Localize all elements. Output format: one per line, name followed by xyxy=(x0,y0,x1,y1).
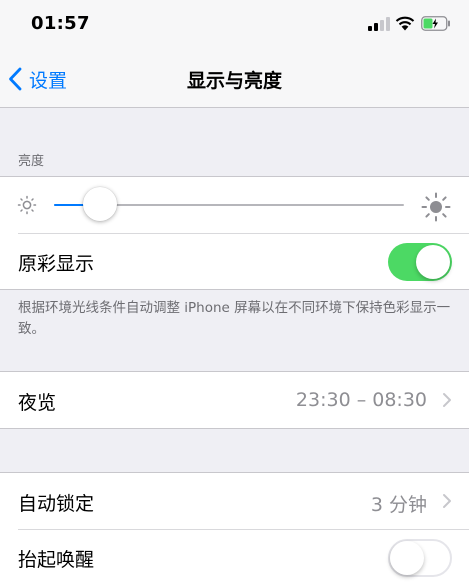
auto-lock-row[interactable]: 自动锁定 3 分钟 xyxy=(0,473,469,529)
chevron-right-icon xyxy=(443,494,451,508)
true-tone-row: 原彩显示 xyxy=(0,233,469,289)
raise-to-wake-toggle[interactable] xyxy=(388,539,452,577)
row-separator xyxy=(18,233,469,234)
night-shift-value: 23:30 – 08:30 xyxy=(295,389,427,411)
back-button-label: 设置 xyxy=(29,69,68,92)
brightness-slider-row xyxy=(0,177,469,233)
true-tone-toggle[interactable] xyxy=(388,243,452,281)
chevron-right-icon xyxy=(443,393,451,407)
true-tone-label: 原彩显示 xyxy=(18,253,95,275)
auto-lock-label: 自动锁定 xyxy=(18,493,95,515)
brightness-slider[interactable] xyxy=(54,187,404,221)
lock-group: 自动锁定 3 分钟 抬起唤醒 xyxy=(0,472,469,582)
true-tone-footer: 根据环境光线条件自动调整 iPhone 屏幕以在不同环境下保持色彩显示一致。 xyxy=(18,300,451,337)
brightness-high-icon xyxy=(421,192,451,222)
wifi-icon xyxy=(395,16,415,31)
cellular-signal-icon xyxy=(368,17,390,31)
toggle-knob xyxy=(390,541,424,575)
toggle-knob xyxy=(416,245,450,279)
back-button[interactable]: 设置 xyxy=(8,65,67,93)
row-separator xyxy=(18,529,469,530)
page-title: 显示与亮度 xyxy=(186,70,282,92)
chevron-left-icon xyxy=(9,67,22,91)
brightness-low-icon xyxy=(17,195,37,215)
status-time: 01:57 xyxy=(31,13,90,34)
raise-to-wake-label: 抬起唤醒 xyxy=(18,549,95,571)
status-bar: 01:57 xyxy=(0,0,469,48)
raise-to-wake-row: 抬起唤醒 xyxy=(0,529,469,582)
night-shift-row[interactable]: 夜览 23:30 – 08:30 xyxy=(0,372,469,428)
brightness-slider-thumb[interactable] xyxy=(82,187,117,221)
navigation-bar: 显示与亮度 设置 xyxy=(0,48,469,108)
auto-lock-value: 3 分钟 xyxy=(370,494,427,516)
battery-charging-icon xyxy=(421,16,450,31)
brightness-group: 原彩显示 xyxy=(0,176,469,290)
night-shift-group: 夜览 23:30 – 08:30 xyxy=(0,371,469,429)
night-shift-label: 夜览 xyxy=(18,392,57,414)
brightness-section-header: 亮度 xyxy=(18,154,45,169)
